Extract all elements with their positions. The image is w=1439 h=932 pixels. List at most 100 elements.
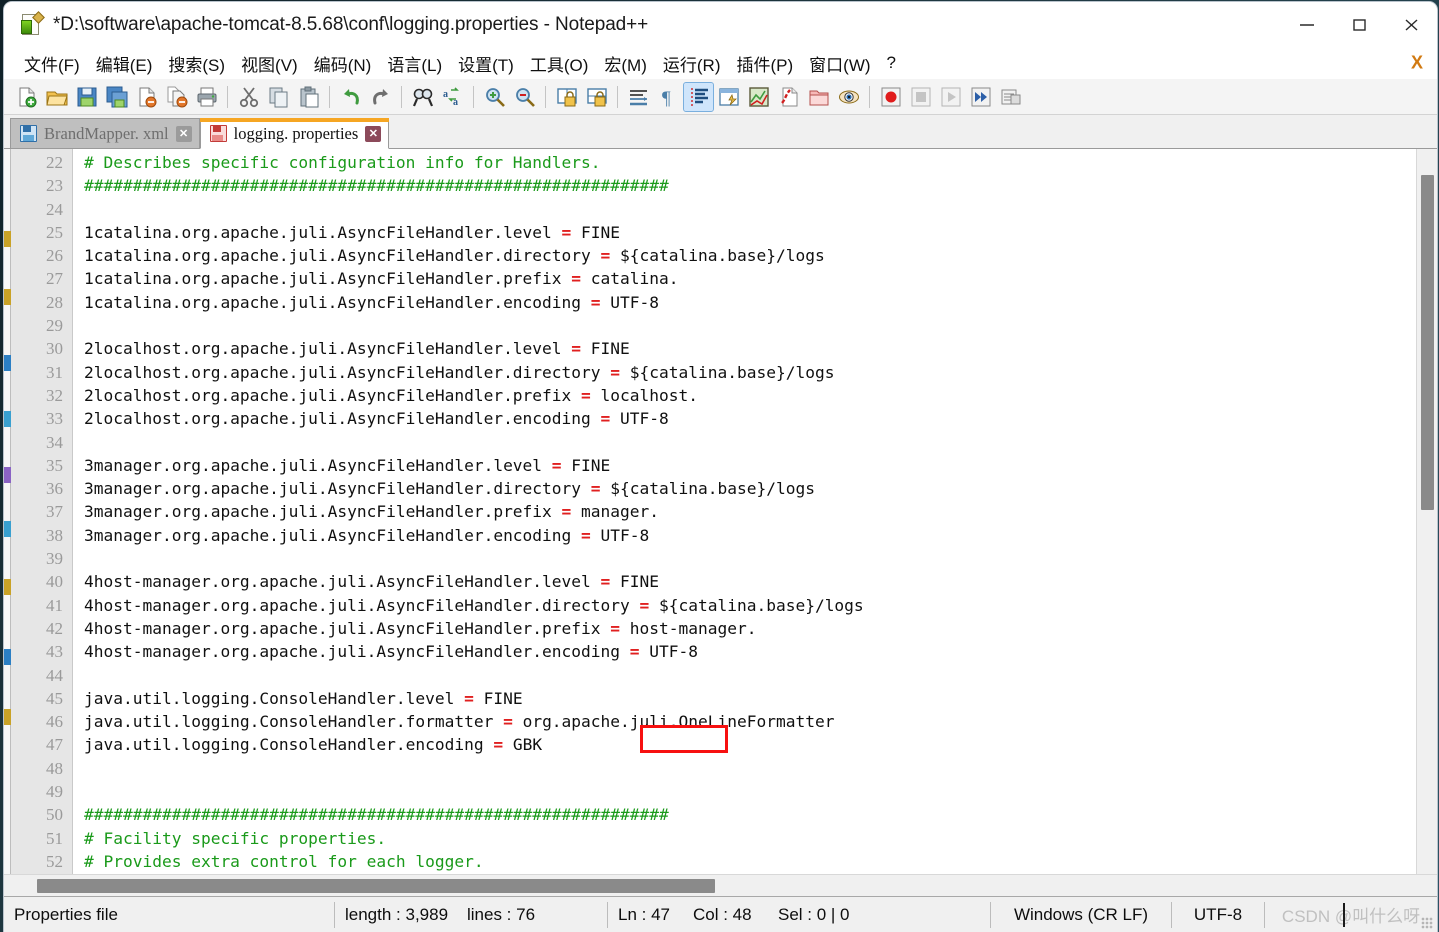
code-token: ${catalina.base}/logs bbox=[600, 479, 815, 499]
menu-macro[interactable]: 宏(M) bbox=[596, 49, 654, 78]
code-line[interactable]: 2localhost.org.apache.juli.AsyncFileHand… bbox=[84, 361, 1416, 384]
code-line[interactable]: 3manager.org.apache.juli.AsyncFileHandle… bbox=[84, 477, 1416, 500]
code-line[interactable]: 3manager.org.apache.juli.AsyncFileHandle… bbox=[84, 454, 1416, 477]
status-eol-format[interactable]: Windows (CR LF) bbox=[991, 897, 1171, 932]
save-all-icon[interactable] bbox=[102, 83, 131, 111]
paste-icon[interactable] bbox=[294, 83, 323, 111]
code-line[interactable]: 4host-manager.org.apache.juli.AsyncFileH… bbox=[84, 570, 1416, 593]
menu-help[interactable]: ? bbox=[879, 51, 904, 75]
close-document-button[interactable]: X bbox=[1411, 53, 1423, 74]
code-line[interactable]: 1catalina.org.apache.juli.AsyncFileHandl… bbox=[84, 291, 1416, 314]
find-icon[interactable] bbox=[408, 83, 437, 111]
code-line[interactable]: 2localhost.org.apache.juli.AsyncFileHand… bbox=[84, 337, 1416, 360]
vertical-scrollbar[interactable] bbox=[1416, 149, 1437, 874]
show-all-characters-icon[interactable]: ¶ bbox=[654, 83, 683, 111]
open-file-icon[interactable] bbox=[42, 83, 71, 111]
menu-window[interactable]: 窗口(W) bbox=[801, 49, 878, 78]
code-line[interactable]: 1catalina.org.apache.juli.AsyncFileHandl… bbox=[84, 244, 1416, 267]
code-line[interactable] bbox=[84, 780, 1416, 803]
code-content[interactable]: # Describes specific configuration info … bbox=[73, 149, 1416, 874]
code-line[interactable]: 3manager.org.apache.juli.AsyncFileHandle… bbox=[84, 500, 1416, 523]
menu-encoding[interactable]: 编码(N) bbox=[306, 49, 380, 78]
close-all-files-icon[interactable] bbox=[162, 83, 191, 111]
line-number: 23 bbox=[46, 176, 63, 196]
code-line[interactable] bbox=[84, 198, 1416, 221]
code-line[interactable]: # Facility specific properties. bbox=[84, 827, 1416, 850]
code-line[interactable] bbox=[84, 547, 1416, 570]
code-line[interactable] bbox=[84, 757, 1416, 780]
resize-grip[interactable] bbox=[1421, 917, 1433, 929]
show-function-list-icon[interactable] bbox=[774, 83, 803, 111]
save-macro-icon[interactable] bbox=[996, 83, 1025, 111]
text-editor[interactable]: 22 23 24 25 26 27 28 29 30 31 32 33 34 35 36 37 38 39 40 41… bbox=[11, 149, 1416, 874]
code-line[interactable]: 4host-manager.org.apache.juli.AsyncFileH… bbox=[84, 594, 1416, 617]
run-macro-multiple-icon[interactable] bbox=[966, 83, 995, 111]
stop-record-macro-icon[interactable] bbox=[906, 83, 935, 111]
menu-run[interactable]: 运行(R) bbox=[655, 49, 729, 78]
close-file-icon[interactable] bbox=[132, 83, 161, 111]
tab-close-icon[interactable]: ✕ bbox=[365, 125, 382, 142]
sync-horizontal-scroll-icon[interactable] bbox=[582, 83, 611, 111]
code-line[interactable] bbox=[84, 314, 1416, 337]
cut-icon[interactable] bbox=[234, 83, 263, 111]
save-icon[interactable] bbox=[72, 83, 101, 111]
horizontal-scrollbar-thumb[interactable] bbox=[37, 879, 715, 893]
show-indent-guide-icon[interactable] bbox=[683, 81, 714, 112]
code-line[interactable]: 2localhost.org.apache.juli.AsyncFileHand… bbox=[84, 407, 1416, 430]
code-line[interactable]: 2localhost.org.apache.juli.AsyncFileHand… bbox=[84, 384, 1416, 407]
code-line[interactable]: 1catalina.org.apache.juli.AsyncFileHandl… bbox=[84, 267, 1416, 290]
code-line[interactable]: 4host-manager.org.apache.juli.AsyncFileH… bbox=[84, 617, 1416, 640]
menu-edit[interactable]: 编辑(E) bbox=[88, 49, 161, 78]
menu-search[interactable]: 搜索(S) bbox=[160, 49, 233, 78]
code-line[interactable]: 1catalina.org.apache.juli.AsyncFileHandl… bbox=[84, 221, 1416, 244]
zoom-in-icon[interactable] bbox=[480, 83, 509, 111]
code-line[interactable] bbox=[84, 431, 1416, 454]
code-line[interactable]: ########################################… bbox=[84, 803, 1416, 826]
show-folder-as-workspace-icon[interactable] bbox=[804, 83, 833, 111]
redo-icon[interactable] bbox=[366, 83, 395, 111]
menu-plugins[interactable]: 插件(P) bbox=[728, 49, 801, 78]
maximize-button[interactable] bbox=[1333, 2, 1385, 47]
code-token: = bbox=[600, 572, 611, 592]
undo-icon[interactable] bbox=[336, 83, 365, 111]
status-col-pos: Col : 48 bbox=[693, 904, 752, 924]
code-line[interactable]: java.util.logging.ConsoleHandler.formatt… bbox=[84, 710, 1416, 733]
menu-file[interactable]: 文件(F) bbox=[16, 49, 88, 78]
replace-icon[interactable]: a a bbox=[438, 83, 467, 111]
user-defined-language-icon[interactable] bbox=[714, 83, 743, 111]
code-token: = bbox=[600, 246, 611, 266]
code-line[interactable] bbox=[84, 664, 1416, 687]
close-button[interactable] bbox=[1385, 2, 1437, 47]
start-record-macro-icon[interactable] bbox=[876, 83, 905, 111]
copy-icon[interactable] bbox=[264, 83, 293, 111]
minimize-button[interactable] bbox=[1281, 2, 1333, 47]
tab-brandmapper-xml[interactable]: BrandMapper. xml ✕ bbox=[10, 118, 200, 148]
code-line[interactable]: ########################################… bbox=[84, 174, 1416, 197]
text-caret bbox=[1343, 903, 1345, 927]
new-file-icon[interactable] bbox=[12, 83, 41, 111]
tab-logging-properties[interactable]: logging. properties ✕ bbox=[199, 118, 390, 149]
line-number: 30 bbox=[46, 339, 63, 359]
monitoring-icon[interactable] bbox=[834, 83, 863, 111]
code-line[interactable]: 4host-manager.org.apache.juli.AsyncFileH… bbox=[84, 640, 1416, 663]
code-line[interactable]: 3manager.org.apache.juli.AsyncFileHandle… bbox=[84, 524, 1416, 547]
sync-vertical-scroll-icon[interactable] bbox=[552, 83, 581, 111]
print-icon[interactable] bbox=[192, 83, 221, 111]
menu-tools[interactable]: 工具(O) bbox=[522, 49, 597, 78]
show-document-map-icon[interactable] bbox=[744, 83, 773, 111]
tab-close-icon[interactable]: ✕ bbox=[175, 125, 192, 142]
code-line[interactable]: java.util.logging.ConsoleHandler.encodin… bbox=[73, 733, 1416, 758]
menu-view[interactable]: 视图(V) bbox=[233, 49, 306, 78]
play-macro-icon[interactable] bbox=[936, 83, 965, 111]
menu-settings[interactable]: 设置(T) bbox=[450, 49, 522, 78]
zoom-out-icon[interactable] bbox=[510, 83, 539, 111]
vertical-scrollbar-thumb[interactable] bbox=[1421, 175, 1434, 510]
code-line[interactable]: # Describes specific configuration info … bbox=[84, 151, 1416, 174]
code-line[interactable]: # Provides extra control for each logger… bbox=[84, 850, 1416, 873]
status-encoding[interactable]: UTF-8 bbox=[1172, 897, 1264, 932]
horizontal-scrollbar[interactable] bbox=[4, 874, 1437, 896]
code-line[interactable]: java.util.logging.ConsoleHandler.level =… bbox=[84, 687, 1416, 710]
menu-language[interactable]: 语言(L) bbox=[379, 49, 450, 78]
code-token: ########################################… bbox=[84, 176, 669, 196]
word-wrap-icon[interactable] bbox=[624, 83, 653, 111]
